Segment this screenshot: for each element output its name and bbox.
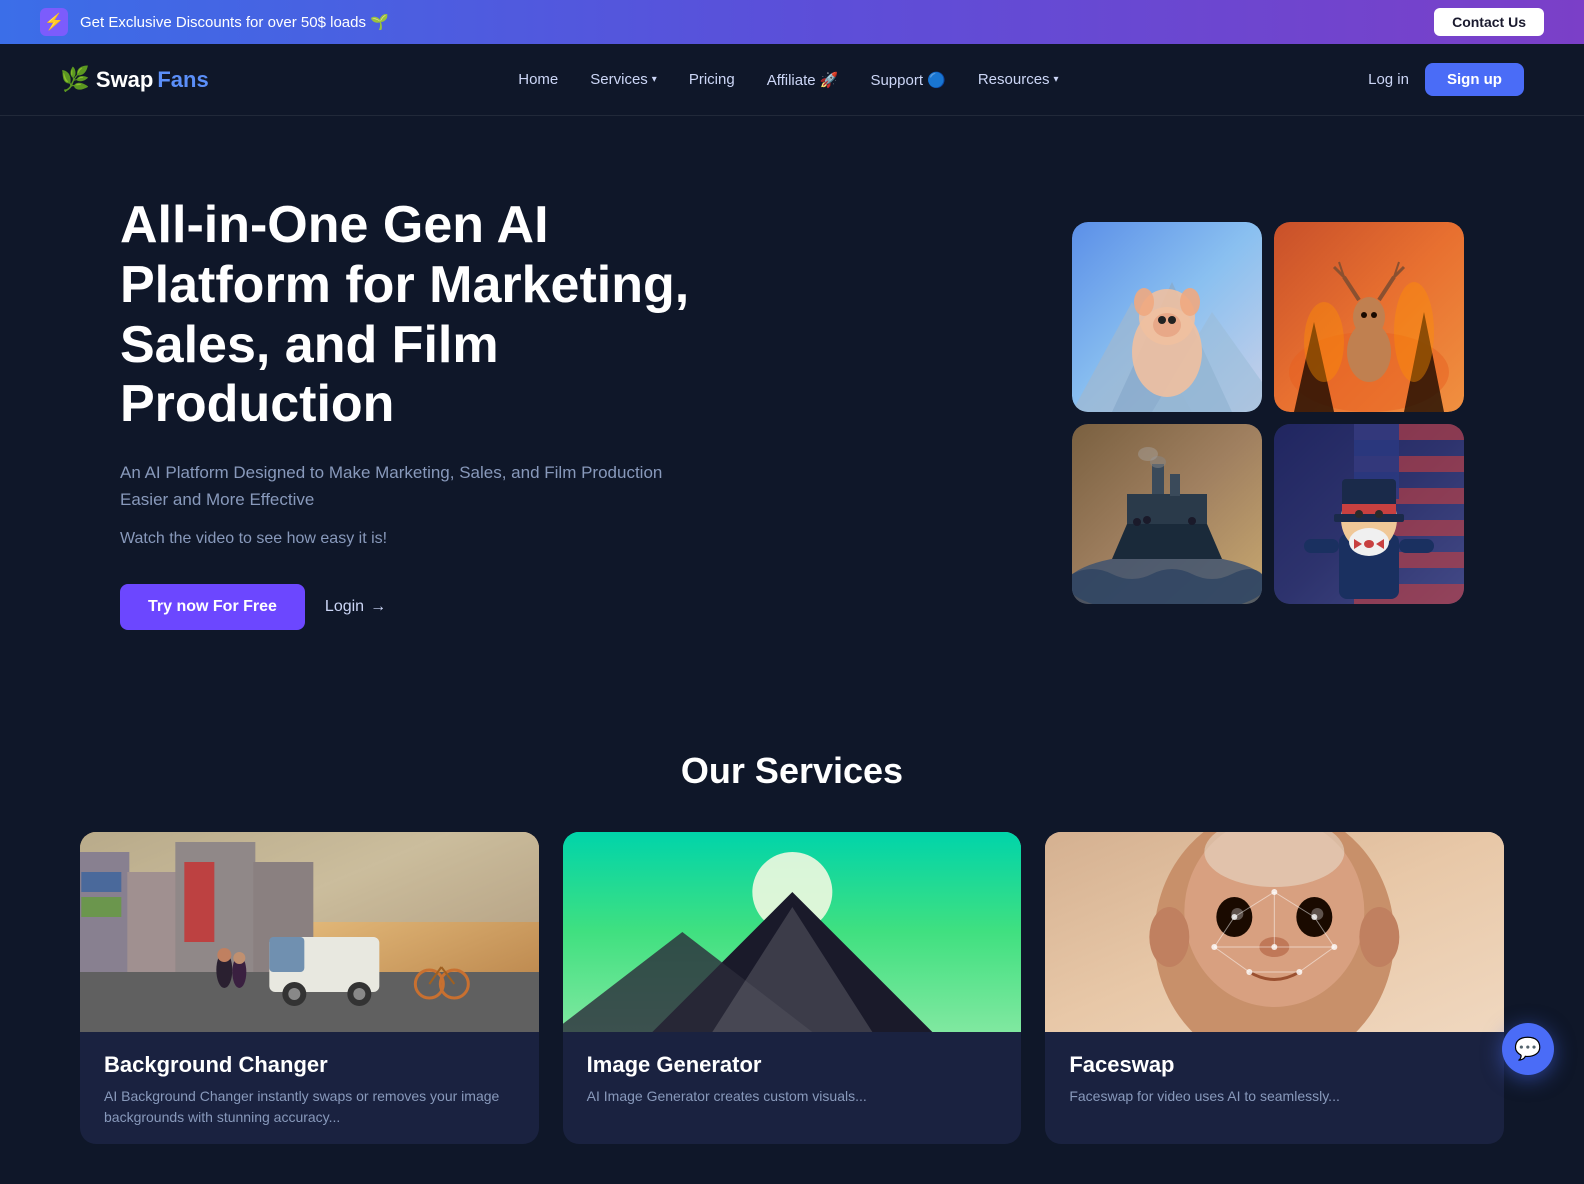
nav-links: Home Services ▾ Pricing Affiliate 🚀 Supp… [518, 71, 1058, 89]
image-generator-body: Image Generator AI Image Generator creat… [563, 1032, 1022, 1123]
background-changer-desc: AI Background Changer instantly swaps or… [104, 1086, 515, 1128]
background-changer-title: Background Changer [104, 1052, 515, 1078]
logo[interactable]: 🌿 Swap Fans [60, 65, 209, 94]
hero-images-grid [1072, 222, 1464, 604]
login-button[interactable]: Log in [1368, 71, 1409, 88]
contact-button[interactable]: Contact Us [1434, 8, 1544, 36]
hero-image-pig [1072, 222, 1262, 412]
hero-content: All-in-One Gen AI Platform for Marketing… [120, 196, 700, 630]
background-changer-image [80, 832, 539, 1032]
hero-watch-text: Watch the video to see how easy it is! [120, 530, 700, 548]
hero-title: All-in-One Gen AI Platform for Marketing… [120, 196, 700, 435]
chat-icon: 💬 [1514, 1036, 1541, 1062]
services-grid: Background Changer AI Background Changer… [80, 832, 1504, 1144]
nav-actions: Log in Sign up [1368, 63, 1524, 96]
logo-swap: Swap [96, 67, 153, 93]
chat-button[interactable]: 💬 [1502, 1023, 1554, 1075]
service-card-background-changer[interactable]: Background Changer AI Background Changer… [80, 832, 539, 1144]
services-title: Our Services [80, 750, 1504, 792]
services-section: Our Services [0, 690, 1584, 1184]
faceswap-image [1045, 832, 1504, 1032]
navbar: 🌿 Swap Fans Home Services ▾ Pricing Affi… [0, 44, 1584, 116]
image-generator-desc: AI Image Generator creates custom visual… [587, 1086, 998, 1107]
logo-fans: Fans [157, 67, 208, 93]
service-card-image-generator[interactable]: Image Generator AI Image Generator creat… [563, 832, 1022, 1144]
faceswap-desc: Faceswap for video uses AI to seamlessly… [1069, 1086, 1480, 1107]
hero-image-uncle-sam [1274, 424, 1464, 604]
faceswap-title: Faceswap [1069, 1052, 1480, 1078]
hero-subtitle: An AI Platform Designed to Make Marketin… [120, 459, 700, 513]
hero-image-deer [1274, 222, 1464, 412]
service-card-faceswap[interactable]: Faceswap Faceswap for video uses AI to s… [1045, 832, 1504, 1144]
hero-image-ship [1072, 424, 1262, 604]
signup-button[interactable]: Sign up [1425, 63, 1524, 96]
image-generator-title: Image Generator [587, 1052, 998, 1078]
nav-services[interactable]: Services ▾ [590, 71, 657, 88]
lightning-icon: ⚡ [40, 8, 68, 36]
image-generator-image [563, 832, 1022, 1032]
nav-home[interactable]: Home [518, 71, 558, 88]
chevron-down-icon: ▾ [652, 74, 657, 85]
hero-section: All-in-One Gen AI Platform for Marketing… [0, 116, 1584, 690]
nav-resources[interactable]: Resources ▾ [978, 71, 1059, 88]
background-changer-body: Background Changer AI Background Changer… [80, 1032, 539, 1144]
top-banner: ⚡ Get Exclusive Discounts for over 50$ l… [0, 0, 1584, 44]
faceswap-body: Faceswap Faceswap for video uses AI to s… [1045, 1032, 1504, 1123]
nav-pricing[interactable]: Pricing [689, 71, 735, 88]
logo-symbol: 🌿 [60, 65, 90, 94]
chevron-down-icon: ▾ [1054, 74, 1059, 85]
login-link[interactable]: Login → [325, 598, 386, 616]
nav-affiliate[interactable]: Affiliate 🚀 [767, 71, 839, 89]
hero-actions: Try now For Free Login → [120, 584, 700, 630]
banner-left: ⚡ Get Exclusive Discounts for over 50$ l… [40, 8, 389, 36]
banner-text: Get Exclusive Discounts for over 50$ loa… [80, 13, 389, 31]
nav-support[interactable]: Support 🔵 [870, 71, 945, 89]
try-free-button[interactable]: Try now For Free [120, 584, 305, 630]
